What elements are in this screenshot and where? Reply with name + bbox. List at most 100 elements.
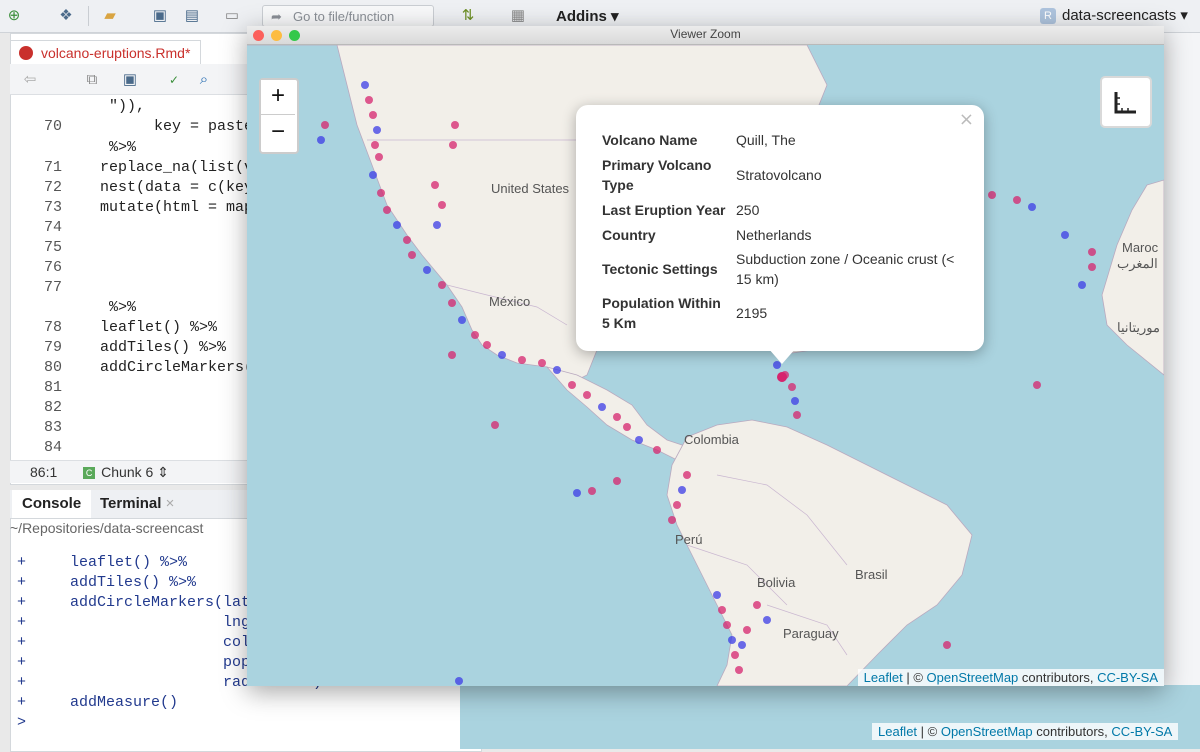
volcano-marker[interactable]: [518, 356, 526, 364]
new-project-icon[interactable]: ❖: [56, 6, 76, 26]
volcano-marker[interactable]: [448, 299, 456, 307]
zoom-out-button[interactable]: −: [261, 116, 295, 150]
new-file-icon[interactable]: ⊕: [4, 6, 24, 26]
volcano-marker[interactable]: [568, 381, 576, 389]
addins-menu[interactable]: Addins ▾: [556, 7, 619, 25]
volcano-marker[interactable]: [1078, 281, 1086, 289]
selected-volcano-marker[interactable]: [777, 372, 787, 382]
volcano-marker[interactable]: [635, 436, 643, 444]
volcano-marker[interactable]: [455, 677, 463, 685]
volcano-marker[interactable]: [791, 397, 799, 405]
volcano-marker[interactable]: [598, 403, 606, 411]
volcano-marker[interactable]: [369, 171, 377, 179]
volcano-marker[interactable]: [1061, 231, 1069, 239]
volcano-marker[interactable]: [668, 516, 676, 524]
measure-control-button[interactable]: [1100, 76, 1152, 128]
volcano-marker[interactable]: [673, 501, 681, 509]
leaflet-map[interactable]: United States México Colombia Perú Boliv…: [247, 45, 1164, 686]
volcano-marker[interactable]: [738, 641, 746, 649]
editor-tab[interactable]: volcano-eruptions.Rmd*: [10, 40, 202, 65]
volcano-marker[interactable]: [731, 651, 739, 659]
volcano-marker[interactable]: [393, 221, 401, 229]
volcano-marker[interactable]: [573, 489, 581, 497]
volcano-marker[interactable]: [683, 471, 691, 479]
volcano-marker[interactable]: [317, 136, 325, 144]
zoom-in-button[interactable]: +: [261, 80, 295, 115]
volcano-marker[interactable]: [623, 423, 631, 431]
osm-link[interactable]: OpenStreetMap: [927, 670, 1019, 685]
spellcheck-icon[interactable]: ✓: [164, 70, 184, 90]
leaflet-link[interactable]: Leaflet: [864, 670, 903, 685]
license-link[interactable]: CC-BY-SA: [1111, 724, 1172, 739]
volcano-marker[interactable]: [763, 616, 771, 624]
volcano-marker[interactable]: [1013, 196, 1021, 204]
git-icon[interactable]: ⇅: [458, 6, 478, 26]
volcano-marker[interactable]: [431, 181, 439, 189]
volcano-marker[interactable]: [943, 641, 951, 649]
volcano-marker[interactable]: [583, 391, 591, 399]
leaflet-link[interactable]: Leaflet: [878, 724, 917, 739]
volcano-marker[interactable]: [451, 121, 459, 129]
volcano-marker[interactable]: [365, 96, 373, 104]
volcano-marker[interactable]: [491, 421, 499, 429]
chunk-label[interactable]: Chunk 6: [101, 464, 153, 480]
volcano-marker[interactable]: [403, 236, 411, 244]
project-menu[interactable]: Rdata-screencasts ▾: [1040, 5, 1188, 27]
print-icon[interactable]: ▭: [222, 6, 242, 26]
volcano-marker[interactable]: [438, 281, 446, 289]
volcano-marker[interactable]: [723, 621, 731, 629]
volcano-marker[interactable]: [433, 221, 441, 229]
close-terminal-icon[interactable]: ×: [166, 495, 175, 512]
save-file-icon[interactable]: ▣: [120, 70, 140, 90]
volcano-marker[interactable]: [613, 477, 621, 485]
volcano-marker[interactable]: [678, 486, 686, 494]
volcano-marker[interactable]: [735, 666, 743, 674]
volcano-marker[interactable]: [988, 191, 996, 199]
volcano-marker[interactable]: [483, 341, 491, 349]
save-all-icon[interactable]: ▤: [182, 6, 202, 26]
volcano-marker[interactable]: [321, 121, 329, 129]
volcano-marker[interactable]: [743, 626, 751, 634]
open-folder-icon[interactable]: ▰: [100, 6, 120, 26]
volcano-marker[interactable]: [1088, 263, 1096, 271]
volcano-marker[interactable]: [728, 636, 736, 644]
volcano-marker[interactable]: [371, 141, 379, 149]
volcano-marker[interactable]: [553, 366, 561, 374]
volcano-marker[interactable]: [718, 606, 726, 614]
volcano-marker[interactable]: [438, 201, 446, 209]
back-arrow-icon[interactable]: ⇦: [20, 70, 40, 90]
volcano-marker[interactable]: [793, 411, 801, 419]
show-in-window-icon[interactable]: ⧉: [82, 70, 102, 90]
volcano-marker[interactable]: [408, 251, 416, 259]
tab-console[interactable]: Console: [12, 490, 92, 518]
license-link[interactable]: CC-BY-SA: [1097, 670, 1158, 685]
volcano-marker[interactable]: [383, 206, 391, 214]
tab-terminal[interactable]: Terminal ×: [90, 490, 184, 518]
search-icon[interactable]: ⌕: [194, 70, 214, 90]
volcano-marker[interactable]: [458, 316, 466, 324]
volcano-marker[interactable]: [653, 446, 661, 454]
volcano-marker[interactable]: [1028, 203, 1036, 211]
volcano-marker[interactable]: [498, 351, 506, 359]
volcano-marker[interactable]: [448, 351, 456, 359]
volcano-marker[interactable]: [588, 487, 596, 495]
volcano-marker[interactable]: [375, 153, 383, 161]
volcano-marker[interactable]: [753, 601, 761, 609]
volcano-marker[interactable]: [713, 591, 721, 599]
volcano-marker[interactable]: [613, 413, 621, 421]
goto-file-function-input[interactable]: ➦ Go to file/function: [262, 5, 434, 27]
volcano-marker[interactable]: [1033, 381, 1041, 389]
volcano-marker[interactable]: [377, 189, 385, 197]
osm-link[interactable]: OpenStreetMap: [941, 724, 1033, 739]
volcano-marker[interactable]: [373, 126, 381, 134]
volcano-marker[interactable]: [449, 141, 457, 149]
grid-layout-icon[interactable]: ▦: [508, 6, 528, 26]
volcano-marker[interactable]: [369, 111, 377, 119]
popup-close-button[interactable]: ×: [959, 109, 974, 130]
volcano-marker[interactable]: [361, 81, 369, 89]
volcano-marker[interactable]: [788, 383, 796, 391]
save-icon[interactable]: ▣: [150, 6, 170, 26]
volcano-marker[interactable]: [423, 266, 431, 274]
volcano-marker[interactable]: [1088, 248, 1096, 256]
volcano-marker[interactable]: [538, 359, 546, 367]
